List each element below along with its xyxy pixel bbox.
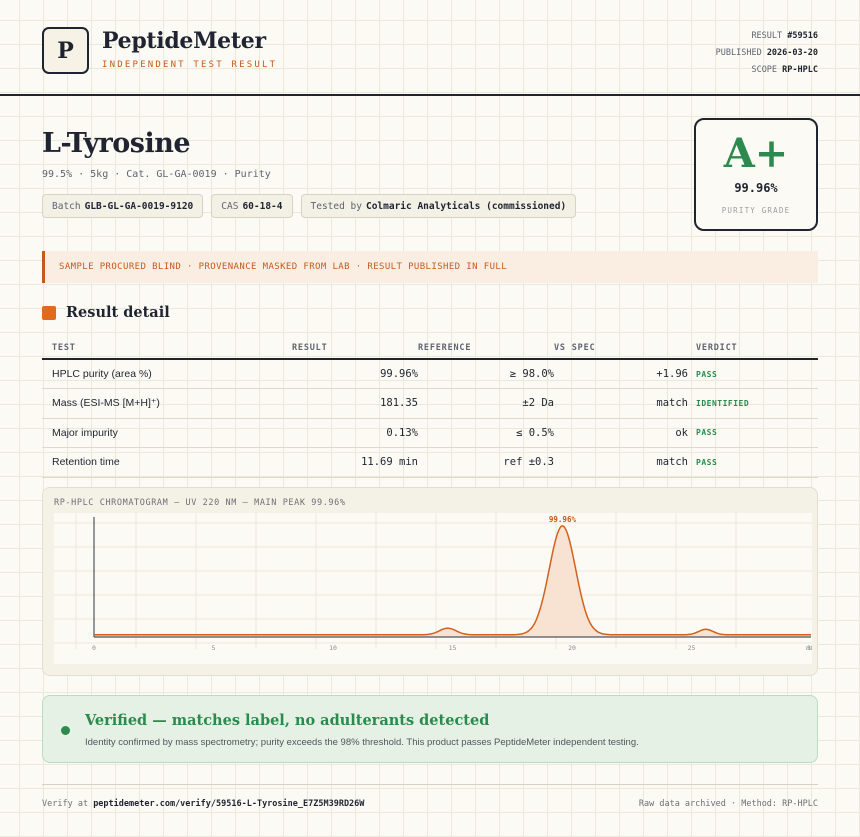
col-verdict: VERDICT	[688, 337, 818, 360]
published-date: 2026-03-20	[766, 48, 818, 58]
tested-by-chip: Tested by Colmaric Analyticals (commissio…	[300, 194, 577, 218]
col-test: TEST	[42, 337, 292, 360]
x-tick-label: 25	[688, 644, 696, 652]
cell-test: Retention time	[42, 447, 292, 478]
result-id-row: RESULT #59516	[751, 31, 818, 41]
cell-reference: ±2 Da	[418, 388, 554, 419]
brand-name: PeptideMeter	[102, 28, 266, 54]
verify-link[interactable]: peptidemeter.com/verify/59516-L-Tyrosine…	[93, 799, 364, 809]
cell-vs-spec: match	[554, 388, 688, 419]
verdict-title: Verified — matches label, no adulterants…	[85, 712, 490, 729]
blind-sample-notice: SAMPLE PROCURED BLIND · PROVENANCE MASKE…	[42, 251, 818, 283]
cell-vs-spec: match	[554, 447, 688, 478]
chart-plot-area	[54, 513, 812, 664]
result-table: TEST RESULT REFERENCE VS SPEC VERDICT HP…	[42, 337, 818, 478]
table-row: Major impurity 0.13% ≤ 0.5% ok PASS	[42, 418, 818, 448]
cell-verdict: PASS	[688, 418, 818, 448]
section-title: Result detail	[66, 304, 170, 321]
cell-reference: ref ±0.3	[418, 447, 554, 478]
cell-reference: ≥ 98.0%	[418, 359, 554, 389]
x-tick-label: 20	[568, 644, 576, 652]
x-tick-label: 10	[329, 644, 337, 652]
table-row: Mass (ESI-MS [M+H]⁺) 181.35 ±2 Da match …	[42, 388, 818, 419]
cell-vs-spec: ok	[554, 418, 688, 448]
cell-vs-spec: +1.96	[554, 359, 688, 389]
result-meta: RESULT #59516 PUBLISHED 2026-03-20 SCOPE…	[716, 28, 818, 79]
x-tick-label: 0	[92, 644, 96, 652]
cell-verdict: PASS	[688, 359, 818, 389]
cell-reference: ≤ 0.5%	[418, 418, 554, 448]
cell-result: 11.69 min	[292, 447, 418, 478]
x-tick-label: 5	[212, 644, 216, 652]
cell-verdict: IDENTIFIED	[688, 388, 818, 419]
section-header: Result detail	[42, 304, 170, 321]
chromatogram-chart: 051015202530min99.96%	[54, 513, 812, 664]
footer-method: Raw data archived · Method: RP-HPLC	[638, 799, 818, 809]
cell-test: Mass (ESI-MS [M+H]⁺)	[42, 388, 292, 419]
cell-test: HPLC purity (area %)	[42, 359, 292, 389]
grade-label: PURITY GRADE	[721, 206, 791, 215]
scope-value: RP-HPLC	[782, 65, 818, 75]
chromatogram-card: RP-HPLC CHROMATOGRAM — UV 220 NM — MAIN …	[42, 487, 818, 676]
published-row: PUBLISHED 2026-03-20	[715, 48, 818, 58]
main-peak-label: 99.96%	[549, 515, 577, 524]
chromatogram-title: RP-HPLC CHROMATOGRAM — UV 220 NM — MAIN …	[54, 498, 346, 508]
table-row: Retention time 11.69 min ref ±0.3 match …	[42, 447, 818, 478]
col-reference: REFERENCE	[418, 337, 554, 360]
header: P PeptideMeter INDEPENDENT TEST RESULT R…	[0, 0, 860, 96]
footer-divider	[42, 784, 818, 785]
scope-row: SCOPE RP-HPLC	[751, 65, 818, 75]
section-marker-icon	[42, 305, 56, 320]
table-row: HPLC purity (area %) 99.96% ≥ 98.0% +1.9…	[42, 359, 818, 389]
batch-chip: Batch GLB-GL-GA-0019-9120	[42, 194, 204, 218]
table-header-row: TEST RESULT REFERENCE VS SPEC VERDICT	[42, 337, 818, 360]
x-tick-label: 15	[449, 644, 457, 652]
cell-result: 0.13%	[292, 418, 418, 448]
verified-dot-icon	[61, 726, 70, 735]
grade-purity: 99.96%	[734, 181, 778, 195]
col-result: RESULT	[292, 337, 418, 360]
logo-icon: P	[42, 27, 89, 74]
verdict-body: Identity confirmed by mass spectrometry;…	[85, 737, 639, 748]
verify-text: Verify at peptidemeter.com/verify/59516-…	[42, 799, 365, 809]
verdict-banner: Verified — matches label, no adulterants…	[42, 695, 818, 763]
purity-grade-card: A+ 99.96% PURITY GRADE	[694, 118, 818, 231]
product-title: L-Tyrosine	[42, 128, 191, 159]
col-vs-spec: VS SPEC	[554, 337, 688, 360]
cell-result: 99.96%	[292, 359, 418, 389]
result-id: #59516	[787, 31, 818, 41]
cell-verdict: PASS	[688, 447, 818, 478]
cell-result: 181.35	[292, 388, 418, 419]
brand-subtitle: INDEPENDENT TEST RESULT	[102, 60, 278, 70]
product-chips: Batch GLB-GL-GA-0019-9120 CAS 60-18-4 Test…	[42, 194, 577, 218]
cas-chip: CAS 60-18-4	[211, 194, 293, 218]
cell-test: Major impurity	[42, 418, 292, 448]
x-axis-unit-label: min	[806, 644, 812, 652]
product-subline: 99.5% · 5kg · Cat. GL-GA-0019 · Purity	[42, 169, 271, 180]
grade-letter: A+	[723, 130, 789, 177]
